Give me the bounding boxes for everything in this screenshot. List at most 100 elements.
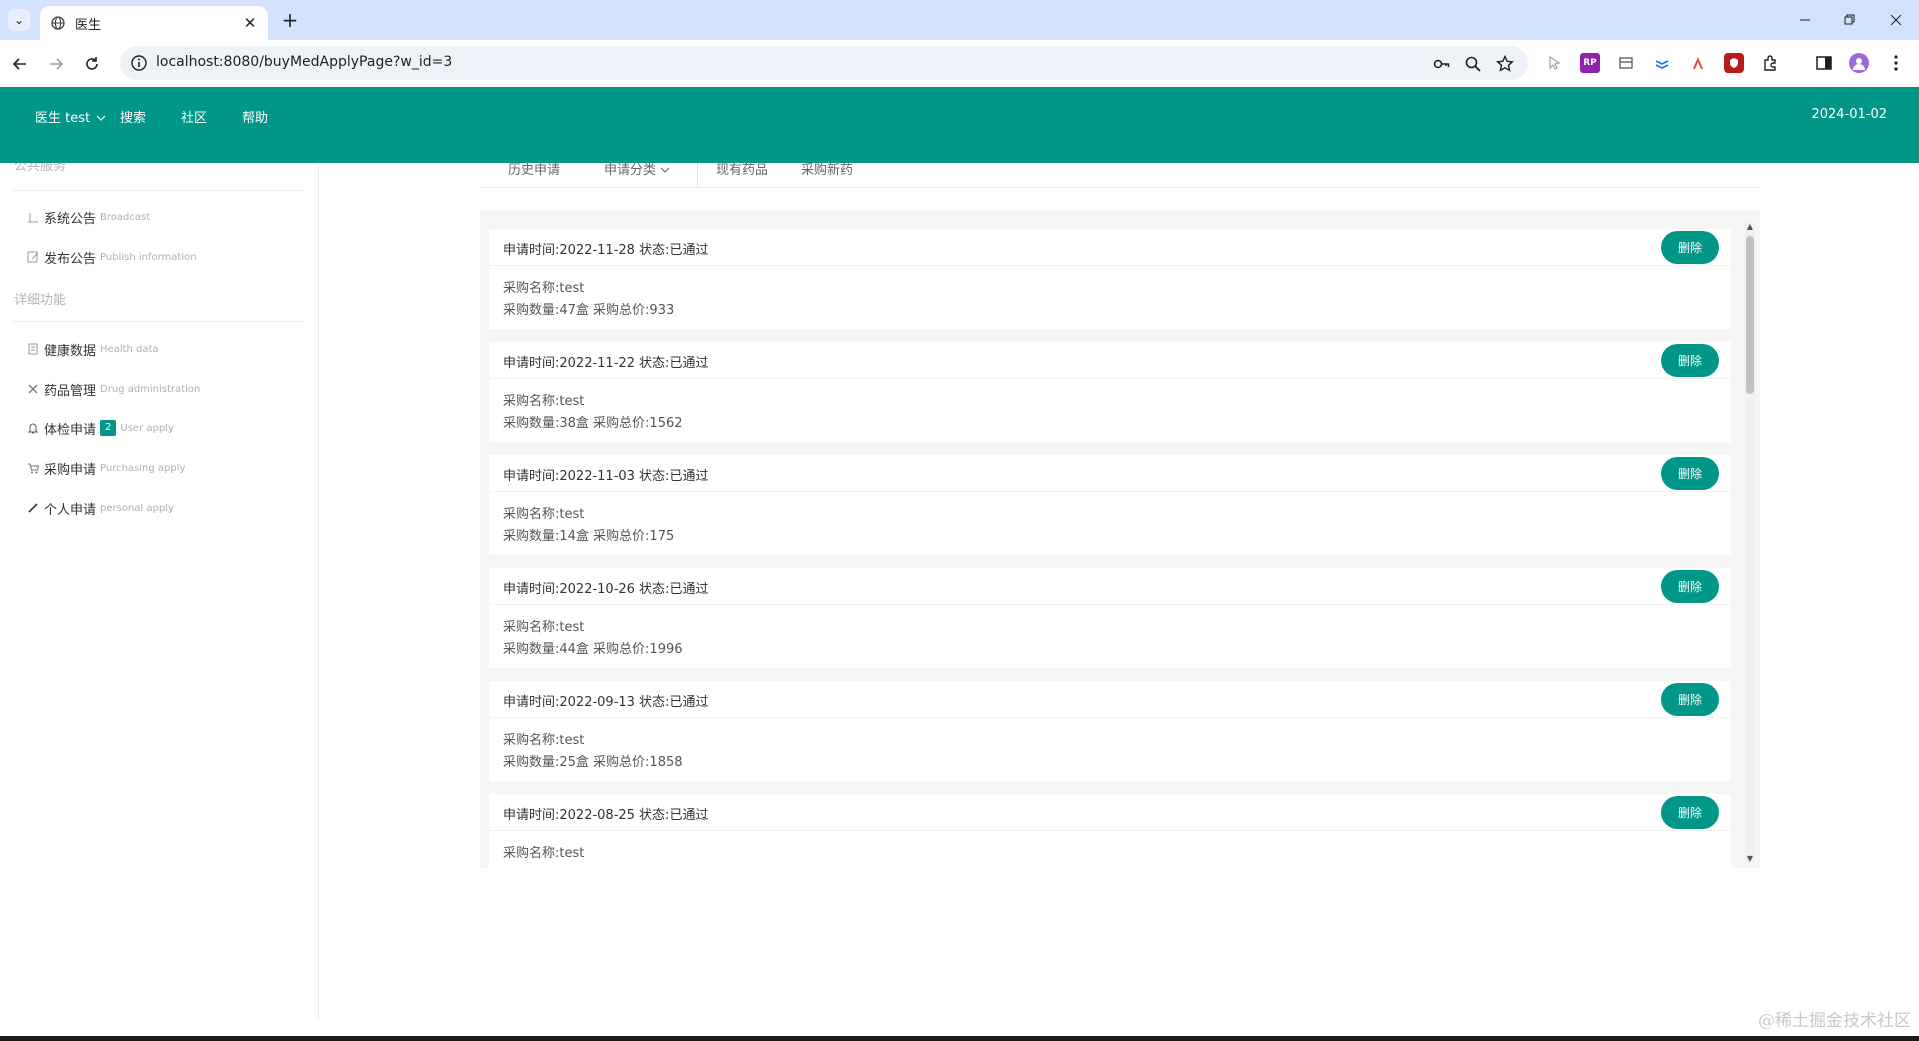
address-bar[interactable]: localhost:8080/buyMedApplyPage?w_id=3 [120, 46, 1528, 80]
record-title: 申请时间:2022-11-03 状态:已通过 [503, 469, 709, 484]
sub-tab-bar: 历史申请 申请分类 现有药品 采购新药 [480, 163, 1760, 188]
scroll-up-icon[interactable]: ▲ [1745, 222, 1755, 232]
sidebar-item-sublabel: User apply [120, 422, 174, 434]
globe-icon [50, 15, 66, 31]
user-menu[interactable]: 医生 test [35, 107, 106, 126]
delete-button[interactable]: 删除 [1661, 570, 1719, 603]
user-menu-label: 医生 test [35, 111, 91, 126]
record-header: 申请时间:2022-10-26 状态:已通过 删除 [489, 568, 1731, 605]
browser-tabstrip: ⌄ 医生 ✕ + [0, 0, 1919, 40]
sidebar-section-detail: 详细功能 [14, 293, 67, 308]
side-panel-icon[interactable] [1814, 53, 1834, 73]
cursor-extension-icon[interactable] [1545, 53, 1565, 73]
sidebar-item-health-data[interactable]: 健康数据 Health data [26, 338, 159, 360]
translate-extension-icon[interactable] [1688, 53, 1708, 73]
sidebar-item-broadcast[interactable]: 系统公告 Broadcast [26, 206, 150, 228]
tab-divider [697, 163, 698, 187]
app-header: 医生 test 搜索 社区 帮助 2024-01-02 [0, 87, 1919, 163]
nav-search[interactable]: 搜索 [120, 107, 146, 126]
sidebar-divider [12, 321, 304, 322]
record-card: 申请时间:2022-11-03 状态:已通过 删除 采购名称:test 采购数量… [489, 455, 1731, 555]
rp-extension-icon[interactable]: RP [1580, 53, 1600, 73]
forward-icon[interactable] [42, 50, 70, 78]
sidebar-item-label: 采购申请 [44, 462, 97, 478]
count-badge: 2 [100, 420, 117, 436]
record-detail: 采购数量:47盒 采购总价:933 [503, 303, 675, 318]
record-title: 申请时间:2022-10-26 状态:已通过 [503, 582, 709, 597]
record-header: 申请时间:2022-08-25 状态:已通过 删除 [489, 794, 1731, 831]
reload-icon[interactable] [78, 50, 106, 78]
sidebar: 公共服务 系统公告 Broadcast 发布公告 Publish informa… [0, 159, 319, 1019]
close-tab-icon[interactable]: ✕ [240, 13, 260, 33]
record-card: 申请时间:2022-11-22 状态:已通过 删除 采购名称:test 采购数量… [489, 342, 1731, 442]
delete-button[interactable]: 删除 [1661, 796, 1719, 829]
scrollbar-thumb[interactable] [1746, 236, 1754, 394]
browser-toolbar: localhost:8080/buyMedApplyPage?w_id=3 RP [0, 40, 1919, 87]
close-window-icon[interactable] [1876, 6, 1916, 34]
sidebar-item-label: 健康数据 [44, 343, 97, 359]
password-key-icon[interactable] [1430, 53, 1452, 75]
layers-extension-icon[interactable] [1652, 53, 1672, 73]
record-name: 采购名称:test [503, 281, 585, 296]
sidebar-item-purchasing[interactable]: 采购申请 Purchasing apply [26, 457, 185, 479]
sidebar-item-label: 体检申请 [44, 422, 97, 438]
records-scrollbar[interactable]: ▲ ▼ [1745, 222, 1755, 864]
sidebar-item-publish[interactable]: 发布公告 Publish information [26, 246, 197, 268]
cart-icon [26, 461, 40, 475]
record-card: 申请时间:2022-08-25 状态:已通过 删除 采购名称:test [489, 794, 1731, 868]
notice-icon [26, 210, 40, 224]
sidebar-divider [12, 190, 304, 191]
site-info-icon[interactable] [130, 54, 148, 72]
record-name: 采购名称:test [503, 394, 585, 409]
sidebar-item-label: 发布公告 [44, 251, 97, 267]
record-name: 采购名称:test [503, 733, 585, 748]
sidebar-item-sublabel: Drug administration [100, 383, 201, 395]
pencil-icon [26, 501, 40, 515]
record-card: 申请时间:2022-09-13 状态:已通过 删除 采购名称:test 采购数量… [489, 681, 1731, 781]
minimize-icon[interactable] [1785, 6, 1825, 34]
sidebar-item-sublabel: Health data [100, 343, 159, 355]
browser-tab[interactable]: 医生 ✕ [40, 6, 268, 40]
record-name: 采购名称:test [503, 507, 585, 522]
extensions-puzzle-icon[interactable] [1761, 53, 1781, 73]
record-title: 申请时间:2022-11-28 状态:已通过 [503, 243, 709, 258]
sidebar-item-label: 系统公告 [44, 211, 97, 227]
delete-button[interactable]: 删除 [1661, 457, 1719, 490]
restore-icon[interactable] [1830, 6, 1870, 34]
sidebar-item-checkup-apply[interactable]: 体检申请 2 User apply [26, 417, 174, 439]
sidebar-item-label: 药品管理 [44, 383, 97, 399]
record-name: 采购名称:test [503, 846, 585, 861]
record-detail: 采购数量:44盒 采购总价:1996 [503, 642, 683, 657]
tab-title: 医生 [75, 17, 102, 33]
records-panel[interactable]: 申请时间:2022-11-28 状态:已通过 删除 采购名称:test 采购数量… [480, 210, 1760, 868]
record-detail: 采购数量:25盒 采购总价:1858 [503, 755, 683, 770]
bookmark-star-icon[interactable] [1494, 53, 1516, 75]
sidebar-item-drug-admin[interactable]: 药品管理 Drug administration [26, 378, 200, 400]
zoom-icon[interactable] [1462, 53, 1484, 75]
record-card: 申请时间:2022-11-28 状态:已通过 删除 采购名称:test 采购数量… [489, 229, 1731, 329]
nav-help[interactable]: 帮助 [242, 107, 268, 126]
profile-avatar-icon[interactable] [1849, 53, 1869, 73]
sidebar-item-sublabel: personal apply [100, 502, 174, 514]
sidebar-item-personal[interactable]: 个人申请 personal apply [26, 497, 174, 519]
record-header: 申请时间:2022-11-22 状态:已通过 删除 [489, 342, 1731, 379]
ublock-extension-icon[interactable] [1724, 53, 1744, 73]
tab-search-icon[interactable]: ⌄ [8, 9, 30, 31]
record-detail: 采购数量:38盒 采购总价:1562 [503, 416, 683, 431]
delete-button[interactable]: 删除 [1661, 344, 1719, 377]
record-name: 采购名称:test [503, 620, 585, 635]
back-icon[interactable] [6, 50, 34, 78]
chevron-down-icon [660, 167, 670, 173]
nav-community[interactable]: 社区 [181, 107, 207, 126]
scroll-down-icon[interactable]: ▼ [1745, 854, 1755, 864]
record-title: 申请时间:2022-09-13 状态:已通过 [503, 695, 709, 710]
new-tab-button[interactable]: + [278, 8, 302, 32]
url-text[interactable]: localhost:8080/buyMedApplyPage?w_id=3 [156, 54, 452, 70]
delete-button[interactable]: 删除 [1661, 231, 1719, 264]
sidebar-item-sublabel: Purchasing apply [100, 462, 186, 474]
edit-doc-icon [26, 250, 40, 264]
record-title: 申请时间:2022-08-25 状态:已通过 [503, 808, 709, 823]
delete-button[interactable]: 删除 [1661, 683, 1719, 716]
more-menu-icon[interactable] [1886, 53, 1906, 73]
window-extension-icon[interactable] [1616, 53, 1636, 73]
